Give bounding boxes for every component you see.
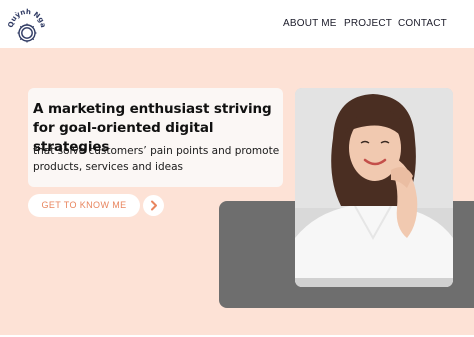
intro-card: A marketing enthusiast striving for goal… — [28, 88, 283, 187]
portrait-photo-icon — [295, 88, 453, 287]
chevron-right-icon — [151, 200, 157, 211]
logo-icon: Quỳnh Nga — [7, 8, 47, 43]
nav-contact[interactable]: CONTACT — [398, 18, 447, 29]
logo[interactable]: Quỳnh Nga — [6, 6, 48, 46]
portrait-photo — [295, 88, 453, 287]
nav-project[interactable]: PROJECT — [344, 18, 392, 29]
hero-subline: that solve customers’ pain points and pr… — [33, 145, 280, 173]
next-arrow-button[interactable] — [143, 195, 164, 216]
get-to-know-me-button[interactable]: GET TO KNOW ME — [28, 194, 140, 217]
site-header: Quỳnh Nga ABOUT ME PROJECT CONTACT — [0, 0, 474, 48]
nav-about-me[interactable]: ABOUT ME — [283, 18, 337, 29]
